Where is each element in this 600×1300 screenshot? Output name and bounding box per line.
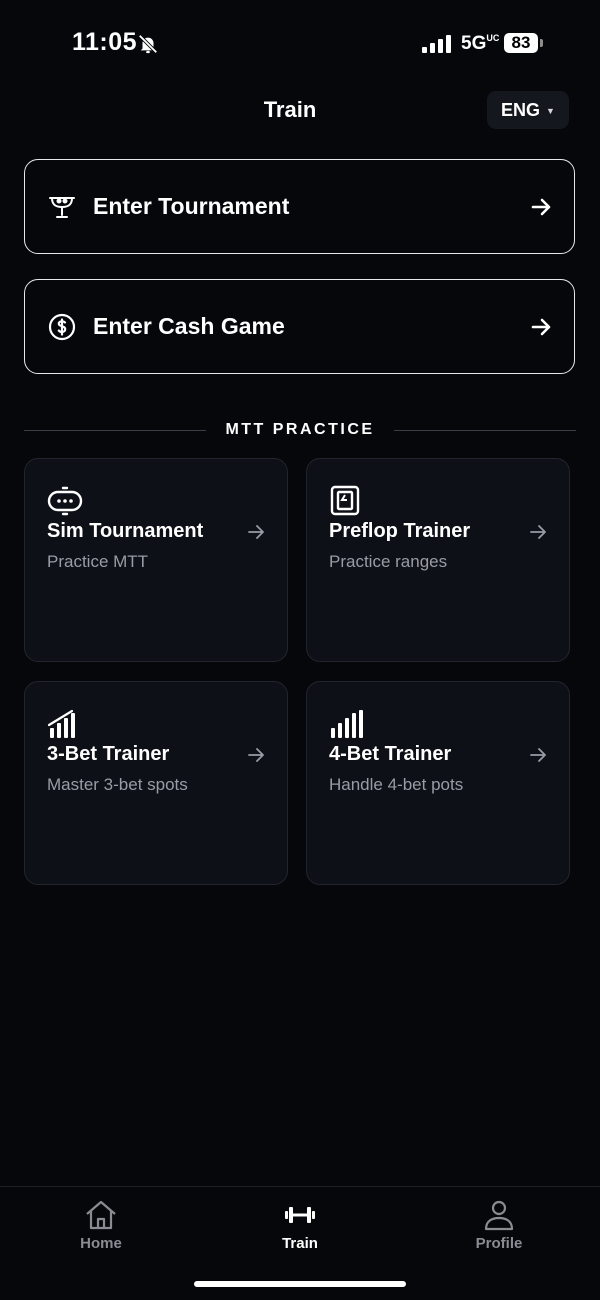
home-indicator bbox=[194, 1281, 406, 1287]
section-divider-right bbox=[394, 430, 576, 431]
card-title: Sim Tournament bbox=[47, 520, 204, 542]
rising-bars-icon bbox=[331, 710, 363, 738]
card-subtitle: Master 3-bet spots bbox=[47, 775, 188, 794]
network-label: 5GUC bbox=[461, 33, 500, 54]
caret-down-icon: ▼ bbox=[546, 106, 555, 116]
card-subtitle: Handle 4-bet pots bbox=[329, 775, 464, 794]
arrow-right-icon bbox=[530, 748, 546, 762]
battery-indicator: 83 bbox=[504, 33, 538, 53]
tab-profile-label: Profile bbox=[475, 1235, 523, 1252]
bell-muted-icon bbox=[138, 34, 158, 54]
dollar-coin-icon bbox=[48, 313, 76, 340]
battery-tip bbox=[540, 39, 543, 47]
language-selector[interactable]: ENG ▼ bbox=[487, 91, 569, 129]
arrow-right-icon bbox=[531, 318, 551, 335]
tab-train[interactable]: Train bbox=[240, 1199, 360, 1259]
enter-cash-game-button[interactable]: Enter Cash Game bbox=[24, 279, 575, 374]
enter-tournament-button[interactable]: Enter Tournament bbox=[24, 159, 575, 254]
section-header: MTT PRACTICE bbox=[24, 420, 576, 442]
person-icon bbox=[484, 1200, 514, 1231]
tab-home-label: Home bbox=[80, 1235, 122, 1252]
arrow-right-icon bbox=[530, 525, 546, 539]
card-title: 4-Bet Trainer bbox=[329, 743, 452, 765]
card-subtitle: Practice ranges bbox=[329, 552, 448, 571]
sim-tournament-card[interactable]: Sim Tournament Practice MTT bbox=[24, 458, 288, 662]
tab-home[interactable]: Home bbox=[41, 1199, 161, 1259]
tab-profile[interactable]: Profile bbox=[439, 1199, 559, 1259]
preflop-trainer-card[interactable]: Preflop Trainer Practice ranges bbox=[306, 458, 570, 662]
status-bar: 11:05 5GUC 83 bbox=[0, 0, 600, 90]
arrow-right-icon bbox=[248, 525, 264, 539]
tab-train-label: Train bbox=[282, 1235, 318, 1252]
rising-bars-icon bbox=[47, 709, 75, 738]
card-icon bbox=[330, 485, 360, 516]
arrow-right-icon bbox=[531, 198, 551, 215]
arrow-right-icon bbox=[248, 748, 264, 762]
4-bet-trainer-card[interactable]: 4-Bet Trainer Handle 4-bet pots bbox=[306, 681, 570, 885]
language-label: ENG bbox=[501, 99, 541, 120]
home-icon bbox=[86, 1200, 116, 1230]
enter-tournament-label: Enter Tournament bbox=[93, 193, 290, 219]
card-title: 3-Bet Trainer bbox=[47, 743, 170, 765]
enter-cash-game-label: Enter Cash Game bbox=[93, 313, 285, 339]
card-title: Preflop Trainer bbox=[329, 520, 471, 542]
trophy-icon bbox=[49, 196, 75, 218]
card-subtitle: Practice MTT bbox=[47, 552, 149, 571]
status-time: 11:05 bbox=[72, 28, 138, 56]
3-bet-trainer-card[interactable]: 3-Bet Trainer Master 3-bet spots bbox=[24, 681, 288, 885]
dumbbell-icon bbox=[285, 1207, 315, 1223]
poker-table-icon bbox=[47, 486, 83, 516]
signal-icon bbox=[422, 35, 451, 53]
